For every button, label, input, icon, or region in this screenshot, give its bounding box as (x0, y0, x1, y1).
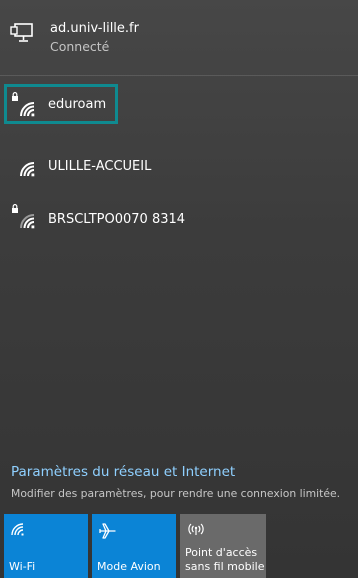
wifi-icon (10, 152, 38, 182)
network-name: BRSCLTPO0070 8314 (48, 212, 186, 227)
network-name: ULILLE-ACCUEIL (48, 159, 152, 174)
hotspot-tile-label: Point d'accès sans fil mobile (185, 546, 264, 574)
airplane-mode-tile[interactable]: Mode Avion (92, 514, 176, 578)
hotspot-label-line2: sans fil mobile (185, 560, 265, 573)
airplane-tile-label: Mode Avion (97, 560, 161, 573)
wifi-toggle-tile[interactable]: Wi-Fi (4, 514, 88, 578)
connected-network-name: ad.univ-lille.fr (50, 21, 139, 36)
wifi-secured-icon (10, 204, 38, 234)
divider (0, 75, 358, 76)
network-settings-description: Modifier des paramètres, pour rendre une… (11, 487, 341, 500)
wifi-secured-icon (10, 92, 38, 122)
hotspot-icon (186, 522, 206, 539)
airplane-icon (98, 522, 116, 543)
hotspot-label-line1: Point d'accès (185, 546, 258, 559)
network-item-brscltpo0070[interactable]: BRSCLTPO0070 8314 (0, 200, 358, 238)
wifi-tile-label: Wi-Fi (9, 560, 36, 573)
connection-status: Connecté (50, 39, 110, 54)
wifi-icon (10, 522, 26, 539)
network-settings-link[interactable]: Paramètres du réseau et Internet (11, 464, 235, 480)
network-name: eduroam (48, 97, 107, 112)
network-item-eduroam[interactable]: eduroam (0, 86, 358, 124)
connected-network[interactable]: ad.univ-lille.fr Connecté (0, 0, 358, 75)
network-item-ulille-accueil[interactable]: ULILLE-ACCUEIL (0, 148, 358, 186)
network-monitor-icon (10, 22, 34, 48)
mobile-hotspot-tile[interactable]: Point d'accès sans fil mobile (180, 514, 266, 578)
